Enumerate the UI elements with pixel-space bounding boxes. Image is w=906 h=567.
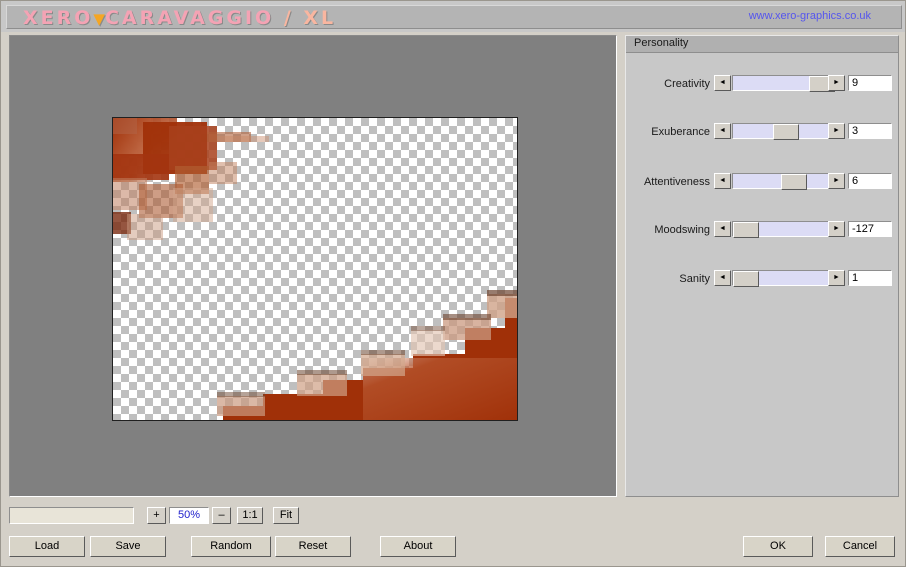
reset-button[interactable]: Reset [275, 536, 351, 557]
title-bar: XERO▼CARAVAGGIO / XL www.xero-graphics.c… [1, 1, 905, 32]
slider-row-attentiveness: Attentiveness ◄ ► 6 [626, 173, 898, 191]
slider-label-exuberance: Exuberance [651, 126, 710, 138]
zoom-level-display[interactable]: 50% [169, 507, 209, 524]
zoom-out-button[interactable]: – [212, 507, 231, 524]
artwork-layer [113, 118, 517, 420]
slider-row-sanity: Sanity ◄ ► 1 [626, 270, 898, 288]
random-button[interactable]: Random [191, 536, 271, 557]
slider-track-moodswing[interactable] [732, 221, 838, 238]
slider-track-creativity[interactable] [732, 75, 838, 92]
slider-thumb-attentiveness[interactable] [781, 174, 807, 190]
slider-row-exuberance: Exuberance ◄ ► 3 [626, 123, 898, 141]
slider-label-moodswing: Moodswing [654, 224, 710, 236]
slider-decrement-creativity[interactable]: ◄ [714, 75, 731, 91]
slider-increment-sanity[interactable]: ► [828, 270, 845, 286]
app-brand-title: XERO▼CARAVAGGIO / XL [23, 7, 336, 29]
slider-track-exuberance[interactable] [732, 123, 838, 140]
slider-increment-moodswing[interactable]: ► [828, 221, 845, 237]
image-viewport[interactable] [9, 35, 617, 497]
zoom-actual-size-button[interactable]: 1:1 [237, 507, 263, 524]
about-button[interactable]: About [380, 536, 456, 557]
slider-value-sanity[interactable]: 1 [848, 270, 892, 286]
load-button[interactable]: Load [9, 536, 85, 557]
slider-increment-creativity[interactable]: ► [828, 75, 845, 91]
artwork-top-left-cluster [113, 118, 269, 240]
personality-panel-header: Personality [626, 36, 898, 53]
caravaggio-xl-window: XERO▼CARAVAGGIO / XL www.xero-graphics.c… [0, 0, 906, 567]
slider-value-moodswing[interactable]: -127 [848, 221, 892, 237]
slider-row-creativity: Creativity ◄ ► 9 [626, 75, 898, 93]
slider-track-attentiveness[interactable] [732, 173, 838, 190]
title-bar-inner: XERO▼CARAVAGGIO / XL www.xero-graphics.c… [6, 5, 902, 29]
slider-thumb-exuberance[interactable] [773, 124, 799, 140]
slider-thumb-sanity[interactable] [733, 271, 759, 287]
slider-label-sanity: Sanity [679, 273, 710, 285]
slider-decrement-exuberance[interactable]: ◄ [714, 123, 731, 139]
slider-decrement-sanity[interactable]: ◄ [714, 270, 731, 286]
slider-decrement-attentiveness[interactable]: ◄ [714, 173, 731, 189]
personality-panel: Personality Creativity ◄ ► 9 Exuberance … [625, 35, 899, 497]
brand-xl: / XL [283, 7, 337, 29]
cancel-button[interactable]: Cancel [825, 536, 895, 557]
brand-caravaggio: CARAVAGGIO [104, 7, 275, 29]
slider-value-exuberance[interactable]: 3 [848, 123, 892, 139]
brand-xero: XERO [23, 7, 94, 29]
ok-button[interactable]: OK [743, 536, 813, 557]
slider-value-creativity[interactable]: 9 [848, 75, 892, 91]
slider-increment-attentiveness[interactable]: ► [828, 173, 845, 189]
triangle-icon: ▼ [93, 10, 105, 28]
personality-panel-title: Personality [634, 37, 689, 49]
slider-thumb-moodswing[interactable] [733, 222, 759, 238]
save-button[interactable]: Save [90, 536, 166, 557]
site-url-link[interactable]: www.xero-graphics.co.uk [749, 10, 871, 22]
slider-label-attentiveness: Attentiveness [643, 176, 710, 188]
slider-value-attentiveness[interactable]: 6 [848, 173, 892, 189]
slider-decrement-moodswing[interactable]: ◄ [714, 221, 731, 237]
status-progress-bar [9, 507, 134, 524]
slider-label-creativity: Creativity [664, 78, 710, 90]
slider-row-moodswing: Moodswing ◄ ► -127 [626, 221, 898, 239]
artwork-bottom-right-staircase [217, 290, 517, 420]
zoom-fit-button[interactable]: Fit [273, 507, 299, 524]
slider-increment-exuberance[interactable]: ► [828, 123, 845, 139]
slider-track-sanity[interactable] [732, 270, 838, 287]
zoom-in-button[interactable]: + [147, 507, 166, 524]
transparent-canvas[interactable] [112, 117, 518, 421]
